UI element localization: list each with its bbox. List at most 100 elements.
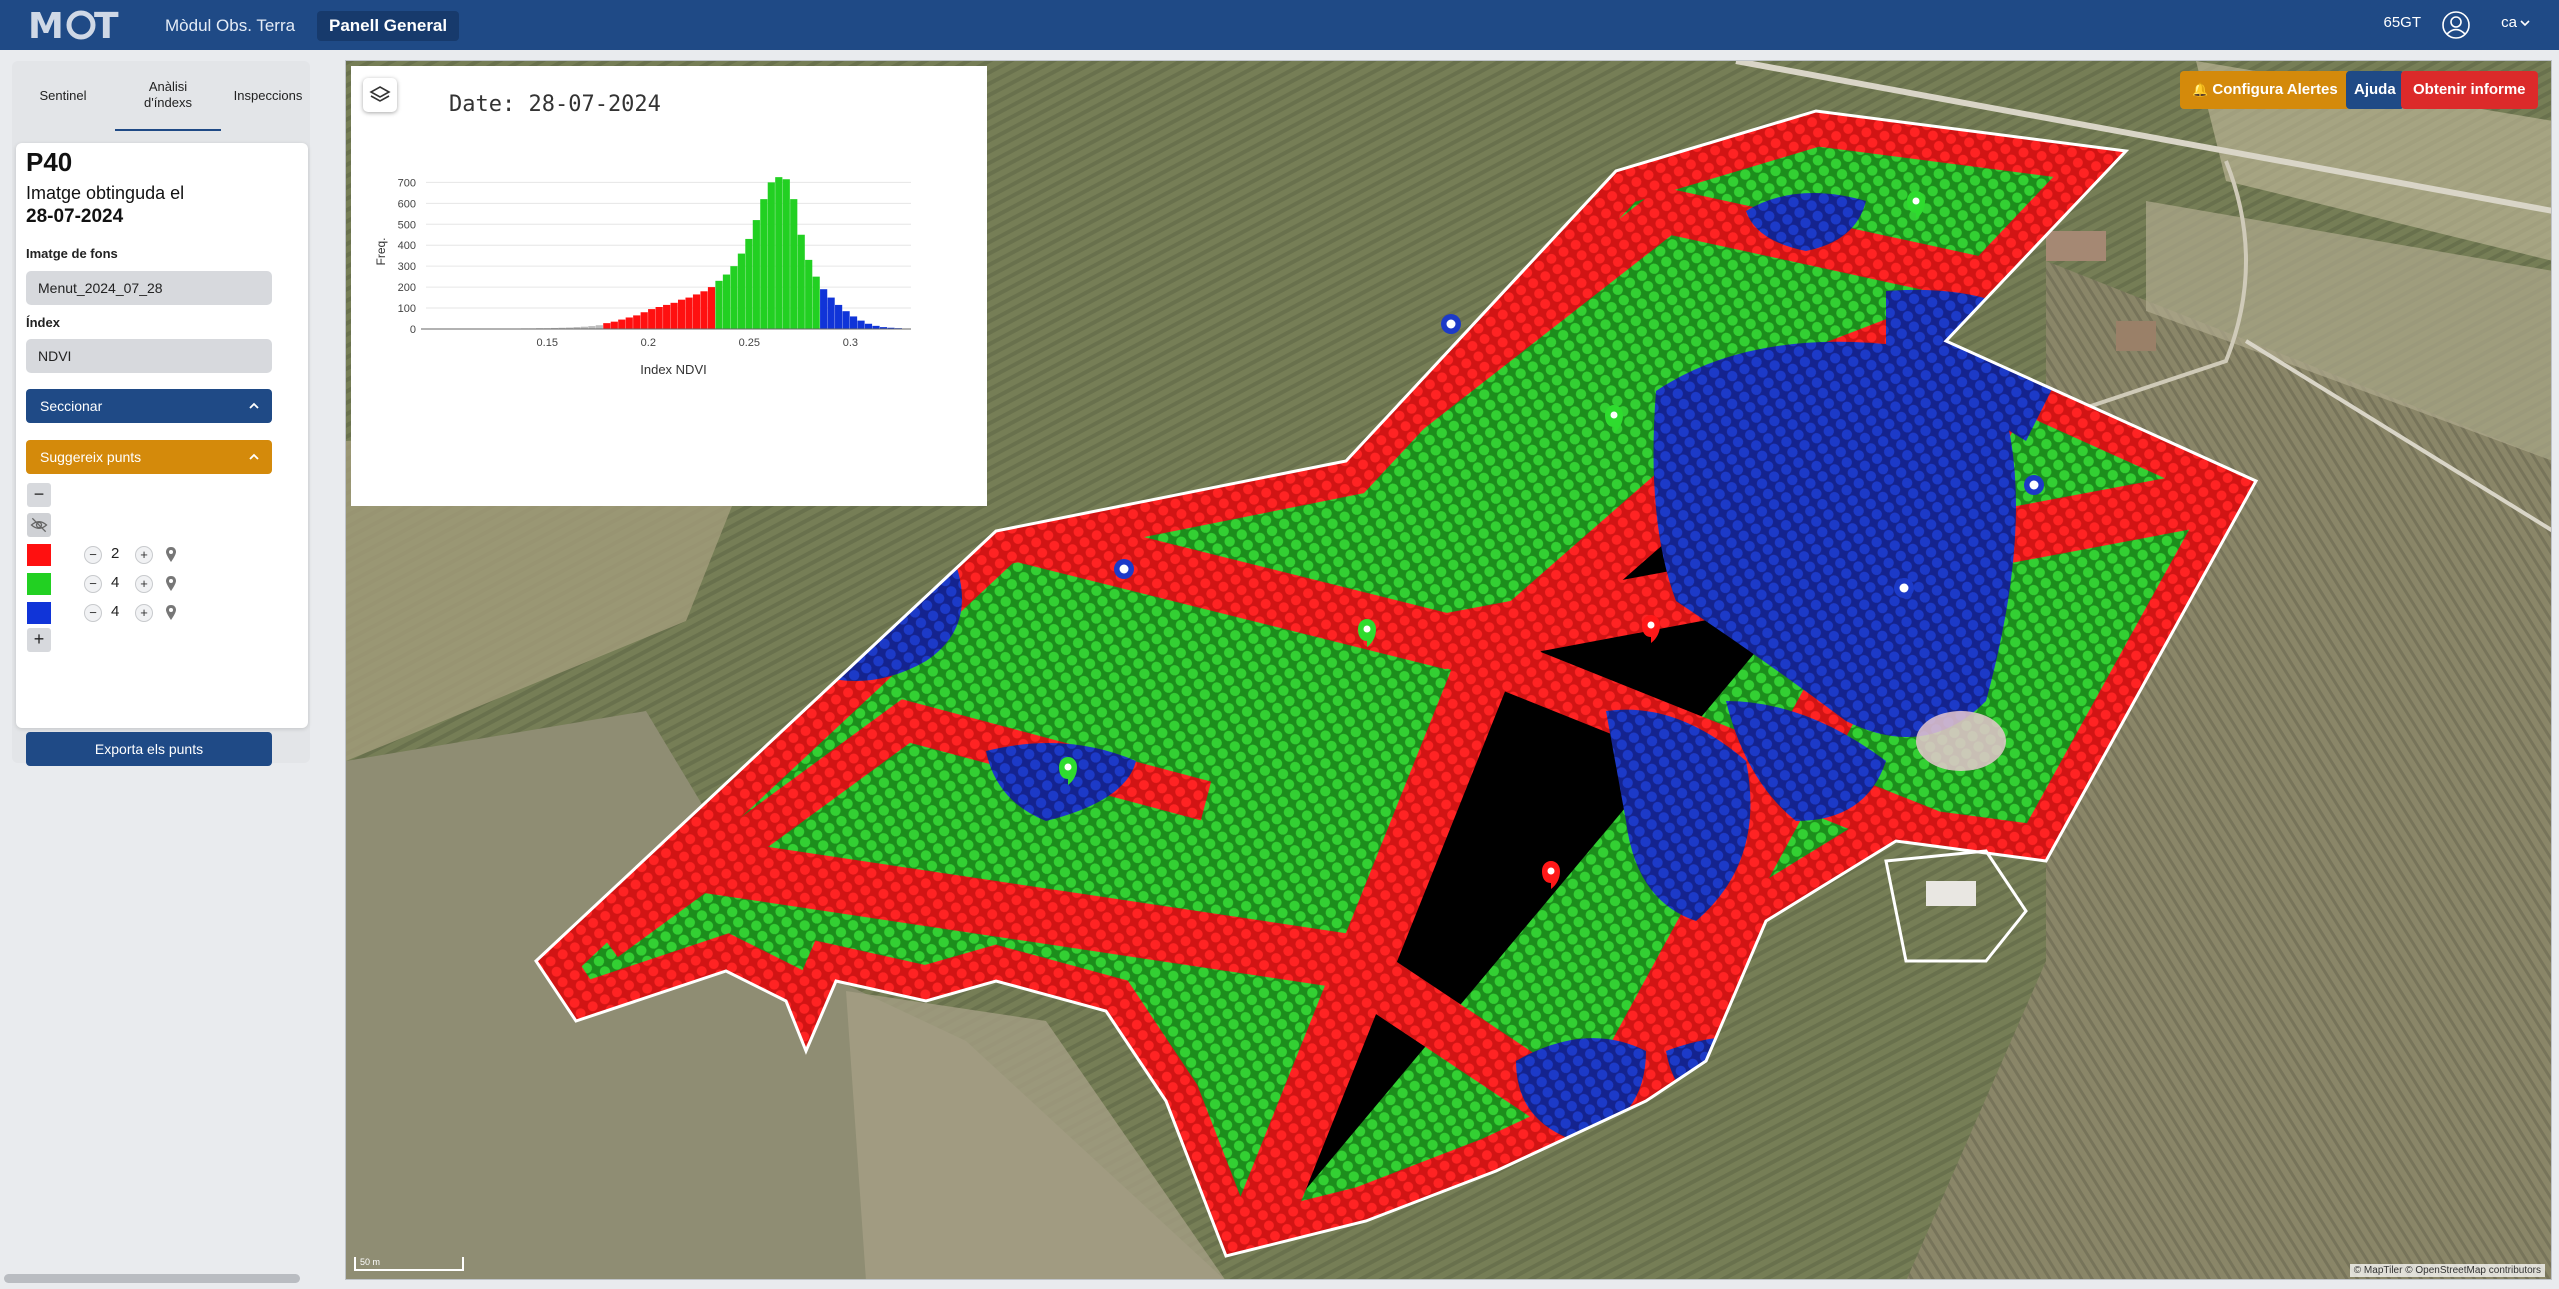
map-pin-icon[interactable] <box>165 546 177 563</box>
eye-off-icon <box>30 517 48 533</box>
point-row-red: − 2 + <box>27 543 227 567</box>
section-button[interactable]: Seccionar <box>26 389 272 423</box>
histogram-bar <box>752 220 760 329</box>
histogram-bar <box>707 287 716 329</box>
y-tick-label: 500 <box>398 219 416 231</box>
y-tick-label: 400 <box>398 240 416 252</box>
export-points-button[interactable]: Exporta els punts <box>26 732 272 766</box>
y-axis-label: Freq. <box>374 237 388 265</box>
scale-bar: 50 m <box>354 1257 464 1271</box>
map-pin-icon[interactable] <box>165 604 177 621</box>
histogram-bar <box>849 316 858 329</box>
histogram-bar <box>663 304 671 329</box>
x-tick-label: 0.15 <box>537 337 558 349</box>
map-pin-icon[interactable] <box>165 575 177 592</box>
background-image-select[interactable]: Menut_2024_07_28 <box>26 271 272 305</box>
histogram-bar <box>640 312 648 329</box>
histogram-bar <box>775 177 783 329</box>
histogram-bar <box>797 234 805 329</box>
histogram-bar <box>790 199 798 329</box>
histogram-bar <box>700 291 708 329</box>
image-date: 28-07-2024 <box>26 206 124 227</box>
map-attribution[interactable]: © MapTiler © OpenStreetMap contributors <box>2349 1264 2545 1277</box>
index-label: Índex <box>26 315 60 330</box>
language-selector[interactable]: ca <box>2501 14 2517 31</box>
histogram-bar <box>618 319 626 329</box>
histogram-bar <box>730 266 738 329</box>
index-select[interactable]: NDVI <box>26 339 272 373</box>
parcel-card <box>16 143 308 728</box>
layers-icon <box>369 86 391 102</box>
histogram-bar <box>648 309 656 329</box>
histogram-bar <box>685 297 693 329</box>
y-tick-label: 300 <box>398 261 416 273</box>
histogram-bar <box>857 320 865 329</box>
configure-alerts-label: Configura Alertes <box>2212 81 2338 98</box>
visibility-toggle-button[interactable] <box>27 513 51 537</box>
image-obtained-label: Imatge obtinguda el <box>26 183 185 203</box>
svg-text:M: M <box>28 6 64 44</box>
user-circle-icon[interactable] <box>2441 10 2471 40</box>
map-pin-blue[interactable] <box>2024 475 2044 495</box>
histogram-bar <box>767 182 775 329</box>
histogram-bar <box>722 274 731 329</box>
tab-sentinel[interactable]: Sentinel <box>26 61 100 131</box>
histogram-bar <box>633 315 641 329</box>
increment-button[interactable]: + <box>135 575 153 593</box>
get-report-button[interactable]: Obtenir informe <box>2401 71 2538 109</box>
add-class-button[interactable]: + <box>27 628 51 652</box>
decrement-button[interactable]: − <box>84 604 102 622</box>
histogram-bar <box>625 317 633 329</box>
histogram-bar <box>670 302 678 329</box>
mot-logo[interactable]: M T <box>28 4 138 44</box>
chevron-up-icon <box>249 402 259 409</box>
histogram-bar <box>842 311 850 329</box>
chevron-down-icon[interactable] <box>2519 17 2531 29</box>
histogram-bar <box>737 253 745 329</box>
histogram-bar <box>864 323 873 329</box>
histogram-title: Date: 28-07-2024 <box>449 92 661 117</box>
histogram-bar <box>595 325 603 329</box>
histogram-bar <box>820 289 828 329</box>
increment-button[interactable]: + <box>135 604 153 622</box>
suggest-points-button[interactable]: Suggereix punts <box>26 440 272 474</box>
bell-icon: 🔔 <box>2192 82 2209 97</box>
sidebar: Sentinel Anàlisi d'índexs Inspeccions P4… <box>0 55 326 1289</box>
point-count: 4 <box>111 603 120 620</box>
blue-swatch <box>27 602 51 624</box>
remove-class-button[interactable]: − <box>27 483 51 507</box>
histogram-bar <box>805 259 813 329</box>
parcel-title: P40 <box>26 147 73 177</box>
tab-inspections[interactable]: Inspeccions <box>226 61 310 131</box>
user-name[interactable]: 65GT <box>2383 14 2421 31</box>
point-count: 4 <box>111 574 120 591</box>
point-count: 2 <box>111 545 120 562</box>
y-tick-label: 0 <box>410 324 416 336</box>
histogram-bar <box>827 297 835 329</box>
tab-index-analysis[interactable]: Anàlisi d'índexs <box>115 61 221 131</box>
map-pin-blue[interactable] <box>1114 559 1134 579</box>
map-pin-blue[interactable] <box>1441 314 1461 334</box>
configure-alerts-button[interactable]: 🔔 Configura Alertes <box>2180 71 2350 109</box>
point-row-green: − 4 + <box>27 572 227 596</box>
decrement-button[interactable]: − <box>84 546 102 564</box>
y-tick-label: 600 <box>398 198 416 210</box>
nav-link-general-panel[interactable]: Panell General <box>317 11 460 41</box>
decrement-button[interactable]: − <box>84 575 102 593</box>
point-row-blue: − 4 + <box>27 601 227 625</box>
y-tick-label: 700 <box>398 177 416 189</box>
histogram-bar <box>715 280 723 329</box>
layers-button[interactable] <box>363 78 397 112</box>
svg-text:T: T <box>94 6 119 44</box>
nav-link-earth-observation[interactable]: Mòdul Obs. Terra <box>153 11 307 41</box>
x-axis-label: Index NDVI <box>640 362 706 377</box>
increment-button[interactable]: + <box>135 546 153 564</box>
help-button[interactable]: Ajuda <box>2346 71 2404 109</box>
histogram-bar <box>610 321 618 329</box>
background-image-label: Imatge de fons <box>26 246 118 261</box>
map-pin-blue[interactable] <box>1894 578 1914 598</box>
sidebar-tabs: Sentinel Anàlisi d'índexs Inspeccions <box>26 61 310 131</box>
y-tick-label: 200 <box>398 282 416 294</box>
sidebar-scrollbar[interactable] <box>4 1274 300 1283</box>
map-view[interactable]: 🔔 Configura Alertes Ajuda Obtenir inform… <box>345 60 2552 1280</box>
